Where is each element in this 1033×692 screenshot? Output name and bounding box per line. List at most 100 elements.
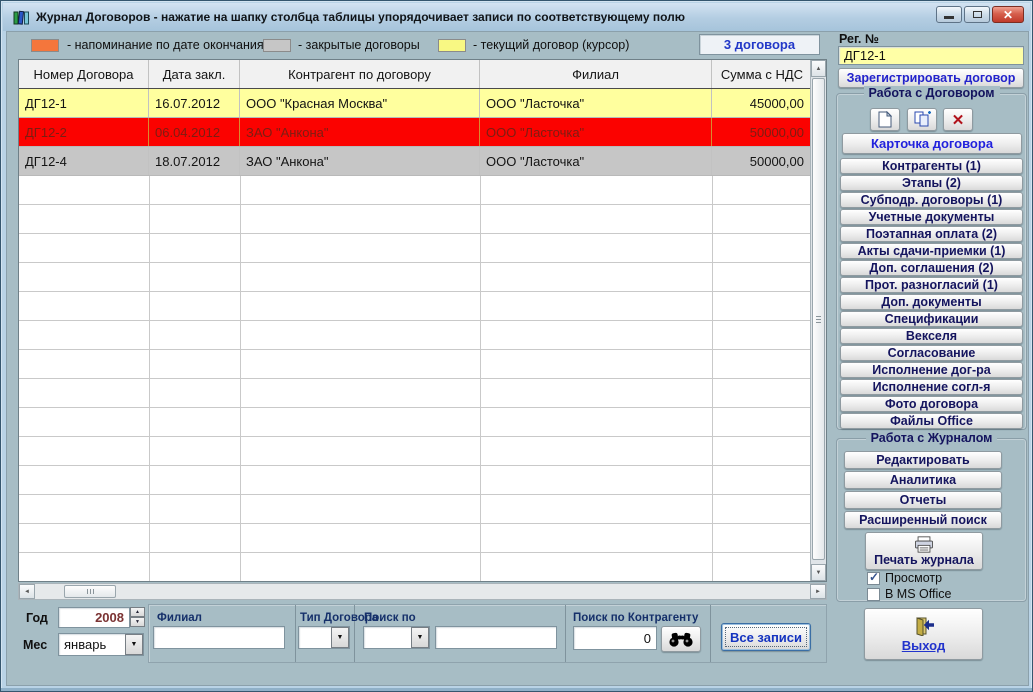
month-label: Мес (23, 638, 48, 652)
cell-number: ДГ12-1 (19, 89, 149, 117)
legend-swatch-current (438, 39, 466, 52)
subcontracts-button[interactable]: Субподр. договоры (1) (840, 192, 1023, 208)
all-records-button[interactable]: Все записи (721, 623, 811, 651)
scroll-up-button[interactable]: ▲ (811, 60, 826, 77)
cell-branch: ООО "Ласточка" (480, 118, 712, 146)
search-input[interactable] (435, 626, 557, 649)
focus-rect (725, 627, 807, 647)
disagreement-protocols-button[interactable]: Прот. разногласий (1) (840, 277, 1023, 293)
bills-button[interactable]: Векселя (840, 328, 1023, 344)
search-dropdown-arrow-icon[interactable]: ▼ (411, 627, 429, 648)
app-window: Журнал Договоров - нажатие на шапку стол… (0, 0, 1033, 692)
column-header-counterparty[interactable]: Контрагент по договору (240, 60, 480, 88)
scroll-right-button[interactable]: ► (810, 584, 826, 599)
delete-x-icon: ✕ (951, 111, 965, 129)
branch-input[interactable] (153, 626, 285, 649)
legend-swatch-reminder (31, 39, 59, 52)
month-dropdown-arrow-icon[interactable]: ▼ (125, 634, 143, 655)
cell-number: ДГ12-2 (19, 118, 149, 146)
new-contract-button[interactable] (870, 108, 900, 131)
contracts-count-badge: 3 договора (699, 34, 820, 55)
table-row[interactable]: ДГ12-1 16.07.2012 ООО "Красная Москва" О… (19, 89, 826, 118)
divider (565, 605, 566, 662)
window-title: Журнал Договоров - нажатие на шапку стол… (36, 10, 686, 24)
cell-counterparty: ЗАО "Анкона" (240, 147, 480, 175)
divider (295, 605, 296, 662)
table-row[interactable]: ДГ12-4 18.07.2012 ЗАО "Анкона" ООО "Ласт… (19, 147, 826, 176)
column-header-branch[interactable]: Филиал (480, 60, 712, 88)
binoculars-icon (669, 632, 693, 647)
scroll-left-button[interactable]: ◄ (19, 584, 35, 599)
horizontal-scroll-thumb[interactable] (64, 585, 116, 598)
ms-office-checkbox[interactable]: В MS Office (867, 587, 951, 601)
column-header-date[interactable]: Дата закл. (149, 60, 240, 88)
checkbox-check-icon (867, 570, 880, 585)
print-journal-button[interactable]: Печать журнала (865, 532, 983, 570)
stages-button[interactable]: Этапы (2) (840, 175, 1023, 191)
staged-payment-button[interactable]: Поэтапная оплата (2) (840, 226, 1023, 242)
reg-number-label: Рег. № (839, 32, 879, 46)
minimize-button[interactable] (936, 6, 962, 23)
cell-date: 18.07.2012 (149, 147, 240, 175)
exit-door-icon (916, 616, 934, 636)
copy-contract-button[interactable] (907, 108, 937, 131)
type-dropdown-arrow-icon[interactable]: ▼ (331, 627, 349, 648)
contract-card-button[interactable]: Карточка договора (842, 133, 1022, 154)
specifications-button[interactable]: Спецификации (840, 311, 1023, 327)
office-files-button[interactable]: Файлы Office (840, 413, 1023, 429)
exit-button[interactable]: Выход (864, 608, 983, 660)
ms-office-checkbox-label: В MS Office (885, 587, 952, 601)
accounting-docs-button[interactable]: Учетные документы (840, 209, 1023, 225)
branch-label: Филиал (157, 612, 202, 624)
acceptance-acts-button[interactable]: Акты сдачи-приемки (1) (840, 243, 1023, 259)
agreement-execution-button[interactable]: Исполнение согл-я (840, 379, 1023, 395)
counterparty-search-input[interactable] (573, 626, 657, 650)
vertical-scrollbar[interactable]: ▲ ▼ (810, 60, 826, 581)
legend-swatch-closed (263, 39, 291, 52)
journal-group-title: Работа с Журналом (865, 431, 998, 445)
month-value: январь (64, 637, 107, 652)
advanced-search-button[interactable]: Расширенный поиск (844, 511, 1002, 529)
divider (710, 605, 711, 662)
year-spinner-input[interactable] (58, 607, 130, 628)
cell-sum: 45000,00 (749, 95, 804, 111)
register-contract-button[interactable]: Зарегистрировать договор (838, 68, 1024, 88)
year-spin-up-button[interactable]: ▲ (130, 607, 145, 617)
horizontal-scrollbar[interactable]: ◄ ► (18, 583, 827, 600)
year-spin-down-button[interactable]: ▼ (130, 617, 145, 627)
exit-label: Выход (901, 637, 946, 653)
addendums-button[interactable]: Доп. соглашения (2) (840, 260, 1023, 276)
maximize-button[interactable] (964, 6, 990, 23)
cell-sum: 50000,00 (749, 153, 804, 169)
edit-button[interactable]: Редактировать (844, 451, 1002, 469)
legend-label-reminder: - напоминание по дате окончания (67, 38, 264, 52)
contract-photo-button[interactable]: Фото договора (840, 396, 1023, 412)
analytics-button[interactable]: Аналитика (844, 471, 1002, 489)
cell-number: ДГ12-4 (19, 147, 149, 175)
counterparty-search-label: Поиск по Контрагенту (573, 612, 699, 624)
cell-branch: ООО "Ласточка" (480, 147, 712, 175)
preview-checkbox[interactable]: Просмотр (867, 570, 942, 585)
legend-label-closed: - закрытые договоры (298, 38, 420, 52)
delete-contract-button[interactable]: ✕ (943, 108, 973, 131)
cell-branch: ООО "Ласточка" (480, 89, 712, 117)
close-button[interactable]: ✕ (992, 6, 1024, 23)
empty-grid (19, 176, 812, 581)
column-header-sum[interactable]: Сумма с НДС (712, 60, 812, 88)
find-counterparty-button[interactable] (661, 626, 701, 652)
cell-date: 06.04.2012 (149, 118, 240, 146)
books-icon (13, 9, 30, 26)
column-header-number[interactable]: Номер Договора (19, 60, 149, 88)
reg-number-input[interactable] (838, 46, 1024, 65)
scroll-down-button[interactable]: ▼ (811, 564, 826, 581)
additional-docs-button[interactable]: Доп. документы (840, 294, 1023, 310)
contract-execution-button[interactable]: Исполнение дог-ра (840, 362, 1023, 378)
approval-button[interactable]: Согласование (840, 345, 1023, 361)
search-by-label: Поиск по (364, 612, 416, 624)
copy-icon (914, 111, 931, 127)
counterparties-button[interactable]: Контрагенты (1) (840, 158, 1023, 174)
reports-button[interactable]: Отчеты (844, 491, 1002, 509)
table-row[interactable]: ДГ12-2 06.04.2012 ЗАО "Анкона" ООО "Ласт… (19, 118, 826, 147)
vertical-scroll-thumb[interactable] (812, 78, 825, 560)
contracts-table: Номер Договора Дата закл. Контрагент по … (18, 59, 827, 582)
